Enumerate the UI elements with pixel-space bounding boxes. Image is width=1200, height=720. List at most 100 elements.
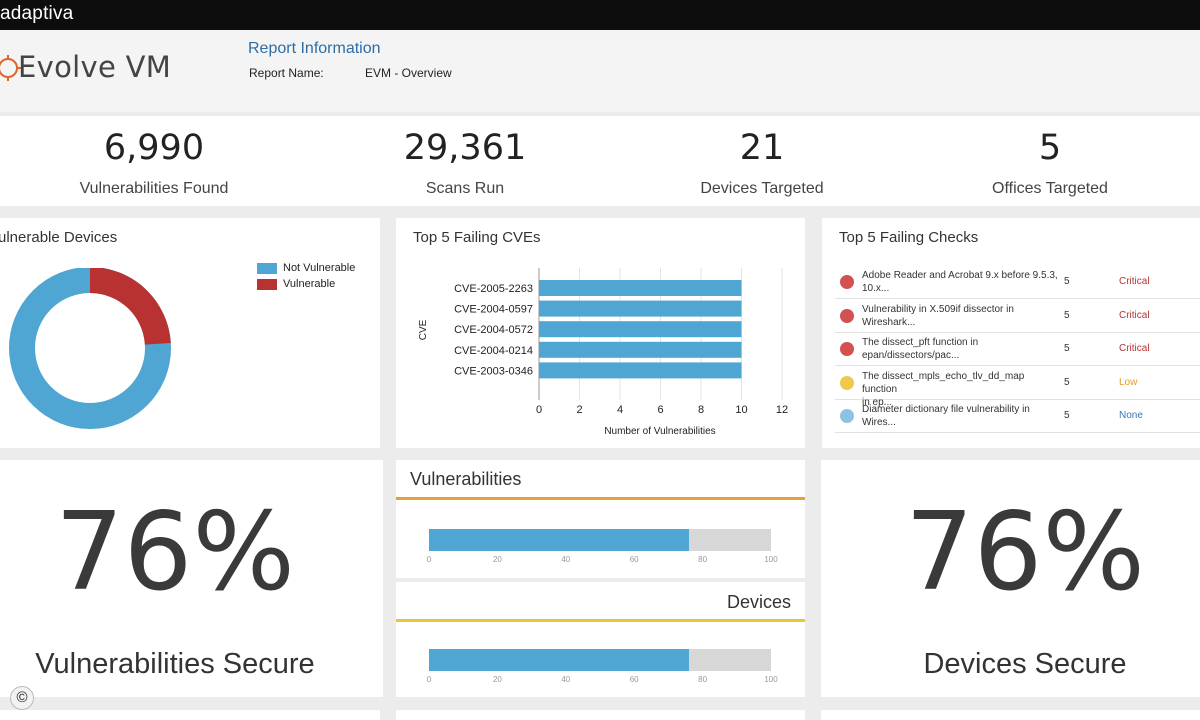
legend-swatch-not-vulnerable bbox=[257, 263, 277, 274]
failing-check-row[interactable]: Vulnerability in X.509if dissector in Wir… bbox=[835, 299, 1200, 333]
next-card-middle bbox=[396, 710, 805, 720]
vulnerabilities-progress-fill bbox=[429, 529, 689, 551]
kpi-offices-targeted-label: Offices Targeted bbox=[992, 180, 1108, 197]
cve-category-label: CVE-2004-0214 bbox=[454, 345, 533, 357]
x-tick-label: 12 bbox=[776, 404, 788, 416]
devices-secure-percent: 76% bbox=[904, 490, 1146, 615]
failing-check-description: Adobe Reader and Acrobat 9.x before 9.5.… bbox=[862, 269, 1062, 295]
failing-checks-title: Top 5 Failing Checks bbox=[839, 229, 979, 246]
cve-bar[interactable] bbox=[539, 341, 742, 358]
failing-check-severity: Critical bbox=[1119, 343, 1150, 354]
next-card-left bbox=[0, 710, 380, 720]
kpi-strip: 6,990 Vulnerabilities Found 29,361 Scans… bbox=[0, 116, 1200, 206]
cve-bar[interactable] bbox=[539, 280, 742, 296]
x-tick-label: 0 bbox=[536, 404, 542, 416]
progress-tick-label: 20 bbox=[492, 675, 502, 684]
failing-check-severity: None bbox=[1119, 410, 1143, 421]
x-tick-label: 2 bbox=[576, 404, 582, 416]
vulnerable-devices-title: ulnerable Devices bbox=[0, 229, 118, 246]
failing-check-count: 5 bbox=[1064, 376, 1070, 388]
failing-check-severity: Critical bbox=[1119, 309, 1150, 321]
x-axis-label: Number of Vulnerabilities bbox=[604, 426, 715, 437]
cve-bar[interactable] bbox=[539, 321, 742, 338]
failing-check-row[interactable]: The dissect_mpls_echo_tlv_dd_map functio… bbox=[835, 366, 1200, 408]
progress-tick-label: 60 bbox=[629, 675, 639, 684]
brand-logo: adaptiva bbox=[0, 3, 74, 24]
vulnerabilities-progress-track bbox=[429, 529, 771, 551]
devices-progress-divider bbox=[396, 619, 805, 622]
progress-tick-label: 20 bbox=[492, 555, 502, 564]
failing-check-count: 5 bbox=[1064, 410, 1070, 421]
failing-check-count: 5 bbox=[1064, 309, 1070, 321]
kpi-devices-targeted-value: 21 bbox=[739, 128, 785, 168]
x-tick-label: 8 bbox=[698, 404, 704, 416]
vulnerabilities-progress-card: Vulnerabilities 0 20 40 60 80 100 bbox=[396, 460, 805, 578]
x-tick-label: 6 bbox=[657, 404, 663, 416]
vulnerabilities-secure-label: Vulnerabilities Secure bbox=[35, 648, 315, 680]
progress-tick-label: 80 bbox=[698, 675, 708, 684]
top-bar bbox=[0, 0, 1200, 30]
x-tick-label: 10 bbox=[735, 404, 747, 416]
severity-dot-icon bbox=[840, 375, 854, 390]
report-info-heading: Report Information bbox=[248, 40, 381, 57]
app-title: Evolve VM bbox=[18, 50, 172, 84]
y-axis-label: CVE bbox=[418, 319, 429, 340]
kpi-vulnerabilities-found-value: 6,990 bbox=[103, 128, 205, 168]
kpi-vulnerabilities-found-label: Vulnerabilities Found bbox=[79, 180, 229, 197]
failing-check-description: The dissect_pft function in epan/dissecto… bbox=[862, 336, 1062, 362]
report-name-label: Report Name: bbox=[249, 66, 324, 80]
kpi-devices-targeted-label: Devices Targeted bbox=[700, 180, 824, 197]
severity-dot-icon bbox=[840, 342, 854, 356]
progress-tick-label: 80 bbox=[698, 555, 708, 564]
severity-dot-icon bbox=[840, 275, 854, 289]
devices-progress-track bbox=[429, 649, 771, 671]
cve-category-label: CVE-2005-2263 bbox=[454, 283, 533, 295]
failing-check-description-line: Wireshark... bbox=[862, 316, 916, 328]
devices-progress-title: Devices bbox=[726, 592, 791, 612]
progress-tick-label: 100 bbox=[764, 555, 778, 564]
failing-check-description-line: Diameter dictionary file vulnerability i… bbox=[862, 404, 1030, 415]
kpi-offices-targeted-value: 5 bbox=[1038, 128, 1062, 168]
copyright-icon: © bbox=[10, 686, 34, 710]
cve-category-label: CVE-2004-0597 bbox=[454, 304, 533, 316]
vulnerable-devices-card: ulnerable Devices Not Vulnerable Vulnera… bbox=[0, 218, 380, 448]
progress-tick-label: 60 bbox=[629, 555, 639, 564]
kpi-scans-run-value: 29,361 bbox=[403, 128, 527, 168]
progress-tick-label: 40 bbox=[561, 555, 571, 564]
devices-progress-fill bbox=[429, 649, 689, 671]
cve-bar[interactable] bbox=[539, 362, 742, 379]
legend-label-vulnerable[interactable]: Vulnerable bbox=[283, 278, 335, 290]
severity-dot-icon bbox=[840, 409, 854, 423]
failing-check-row[interactable]: Adobe Reader and Acrobat 9.x before 9.5.… bbox=[835, 265, 1200, 299]
devices-secure-card: 76% Devices Secure bbox=[821, 460, 1200, 697]
next-card-right bbox=[821, 710, 1200, 720]
progress-tick-label: 100 bbox=[764, 675, 778, 684]
cve-category-label: CVE-2004-0572 bbox=[454, 324, 533, 336]
vulnerabilities-secure-percent: 76% bbox=[54, 490, 296, 615]
failing-check-row[interactable]: Diameter dictionary file vulnerability i… bbox=[835, 399, 1200, 433]
x-tick-label: 4 bbox=[617, 404, 623, 416]
vulnerabilities-secure-card: 76% Vulnerabilities Secure bbox=[0, 460, 383, 697]
failing-check-severity: Critical bbox=[1119, 276, 1150, 287]
failing-check-description: Vulnerability in X.509if dissector in Wir… bbox=[862, 303, 1062, 329]
failing-check-row[interactable]: The dissect_pft function in epan/dissecto… bbox=[835, 332, 1200, 366]
cve-bar[interactable] bbox=[539, 300, 742, 317]
report-name-value: EVM - Overview bbox=[365, 66, 452, 80]
cve-category-label: CVE-2003-0346 bbox=[454, 365, 533, 377]
kpi-scans-run-label: Scans Run bbox=[425, 180, 505, 197]
failing-check-description-line: Wires... bbox=[862, 417, 896, 428]
progress-tick-label: 40 bbox=[561, 675, 571, 684]
failing-check-description: Diameter dictionary file vulnerability i… bbox=[862, 403, 1062, 429]
failing-check-description-line: The dissect_mpls_echo_tlv_dd_map functio… bbox=[862, 370, 1025, 395]
failing-check-severity: Low bbox=[1119, 376, 1138, 388]
devices-secure-label: Devices Secure bbox=[923, 648, 1127, 680]
progress-tick-label: 0 bbox=[426, 555, 432, 564]
vulnerable-devices-donut bbox=[9, 268, 171, 429]
legend-swatch-vulnerable bbox=[257, 279, 277, 290]
severity-dot-icon bbox=[840, 308, 854, 323]
devices-progress-card: Devices 0 20 40 60 80 100 bbox=[396, 582, 805, 697]
failing-check-description-line: The dissect_pft function in bbox=[862, 337, 979, 348]
failing-check-description-line: epan/dissectors/pac... bbox=[862, 350, 960, 361]
legend-label-not-vulnerable[interactable]: Not Vulnerable bbox=[283, 262, 355, 274]
failing-check-count: 5 bbox=[1064, 276, 1070, 287]
